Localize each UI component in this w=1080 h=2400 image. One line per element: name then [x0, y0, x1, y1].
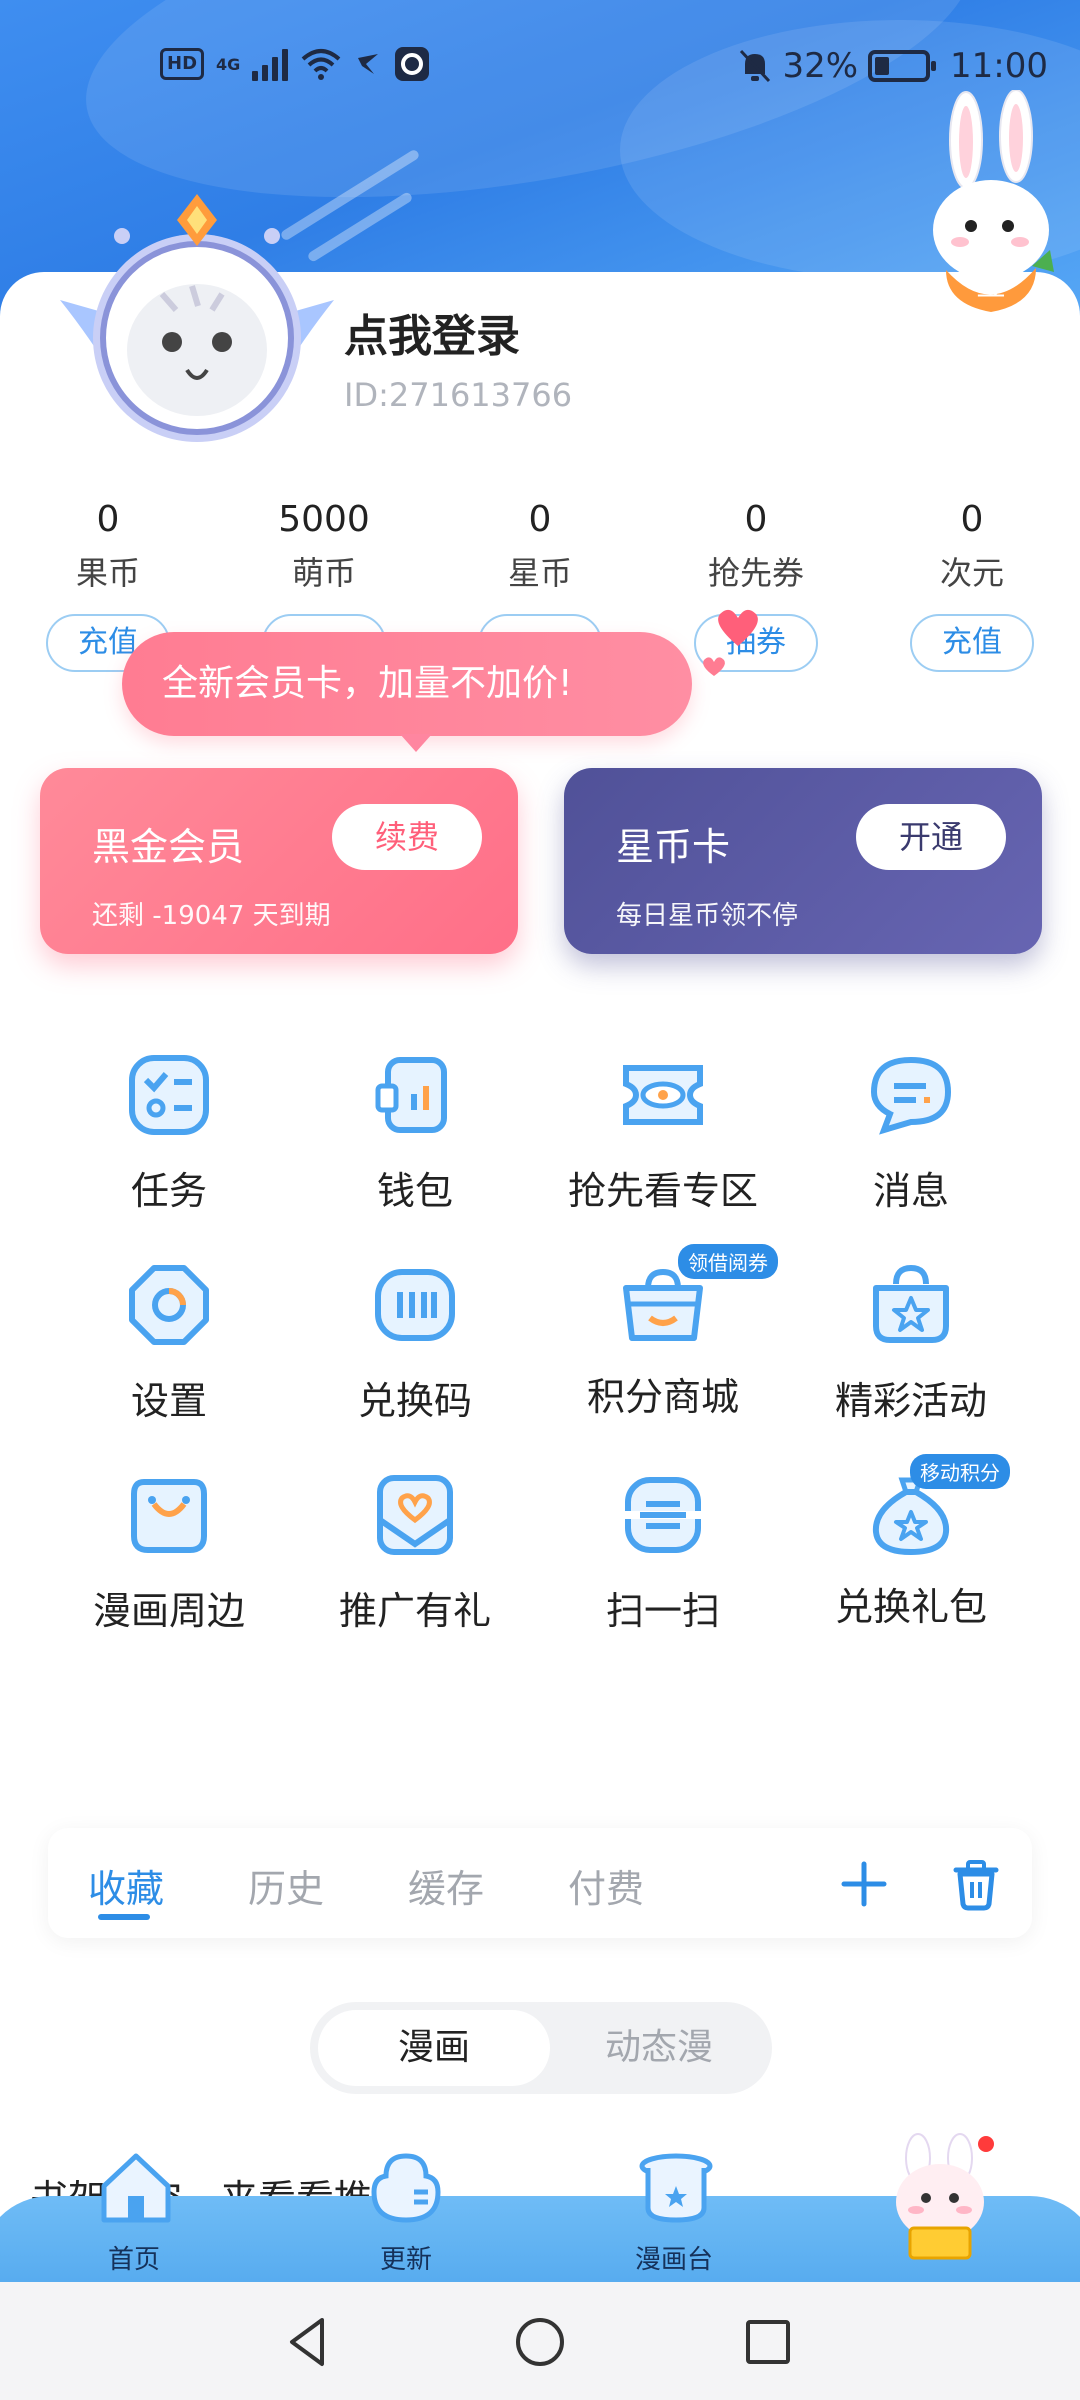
home-icon[interactable] [96, 2146, 176, 2226]
stat-value: 0 [960, 499, 984, 540]
card-subtitle: 每日星币领不停 [616, 901, 799, 931]
tab-history[interactable]: 历史 [248, 1858, 324, 1913]
grid-item-points-mall[interactable]: 领借阅券 积分商城 [528, 1244, 798, 1430]
scan-icon [622, 1477, 704, 1553]
app-notification-icon [395, 47, 430, 81]
update-icon[interactable] [366, 2146, 446, 2226]
grid-item-gift-pack[interactable]: 移动积分 兑换礼包 [776, 1454, 1046, 1640]
tab-paid[interactable]: 付费 [568, 1858, 644, 1913]
network-label: 4G [216, 54, 241, 74]
battery-percent: 32% [782, 46, 859, 86]
redeem-code-icon [375, 1269, 455, 1341]
stat-label: 次元 [939, 554, 1004, 592]
grid-label: 设置 [130, 1379, 207, 1423]
star-coin-card[interactable]: 星币卡 每日星币领不停 开通 [564, 768, 1042, 954]
grid-label: 扫一扫 [605, 1589, 720, 1633]
grid-label: 抢先看专区 [567, 1169, 758, 1213]
grid-label: 钱包 [376, 1169, 453, 1213]
system-nav-bar [0, 2282, 1080, 2400]
notification-arrow-icon [358, 54, 379, 74]
merch-bag-icon [131, 1479, 207, 1553]
gift-bag-icon-wrap: 移动积分 [866, 1454, 1010, 1560]
grid-item-activities[interactable]: 精彩活动 [776, 1260, 1046, 1430]
grid-item-messages[interactable]: 消息 [776, 1050, 1046, 1220]
home-circle-icon[interactable] [510, 2312, 570, 2372]
grid-label: 精彩活动 [834, 1379, 987, 1423]
stat-ciyuan[interactable]: 0 次元 充值 [864, 492, 1080, 672]
add-icon[interactable] [836, 1856, 892, 1912]
stat-value: 0 [744, 499, 768, 540]
nav-label: 首页 [107, 2245, 160, 2275]
grid-item-promotion[interactable]: 推广有礼 [280, 1470, 550, 1640]
signal-icon [252, 47, 289, 81]
grid-badge: 领借阅券 [678, 1244, 778, 1279]
segment-comic[interactable]: 漫画 [318, 2010, 550, 2086]
grid-item-task[interactable]: 任务 [34, 1050, 304, 1220]
stat-value: 0 [96, 499, 120, 540]
grid-item-merch[interactable]: 漫画周边 [34, 1470, 304, 1640]
avatar-frame-icon [60, 194, 334, 442]
svg-text:签: 签 [976, 268, 1006, 303]
back-icon[interactable] [278, 2312, 338, 2372]
renew-button[interactable]: 续费 [332, 804, 482, 870]
stat-label: 萌币 [291, 554, 356, 592]
stat-label: 抢先券 [707, 554, 804, 592]
member-promo-tooltip[interactable]: 全新会员卡，加量不加价! [122, 632, 692, 752]
hearts-icon [703, 609, 758, 676]
tab-cache[interactable]: 缓存 [408, 1858, 484, 1913]
stat-label: 果币 [75, 554, 140, 592]
grid-label: 积分商城 [586, 1375, 739, 1419]
comic-stage-icon[interactable] [636, 2146, 716, 2226]
content-type-switch: 漫画 动态漫 [310, 2002, 772, 2094]
stat-label: 星币 [507, 554, 572, 592]
activate-button[interactable]: 开通 [856, 804, 1006, 870]
clock: 11:00 [950, 46, 1048, 86]
grid-label: 任务 [130, 1169, 207, 1213]
segment-animation[interactable]: 动态漫 [554, 2010, 764, 2086]
mascot-icon[interactable] [880, 2132, 1000, 2262]
wallet-icon [375, 1057, 447, 1133]
wifi-icon [301, 49, 341, 80]
stat-value: 5000 [278, 499, 370, 540]
recharge-button[interactable]: 充值 [910, 614, 1034, 672]
grid-item-wallet[interactable]: 钱包 [280, 1050, 550, 1220]
recent-apps-icon[interactable] [738, 2312, 798, 2372]
card-subtitle: 还剩 -19047 天到期 [92, 901, 331, 931]
grid-label: 漫画周边 [92, 1589, 245, 1633]
nav-label: 漫画台 [634, 2245, 713, 2275]
grid-label: 兑换码 [357, 1379, 472, 1423]
mute-bell-icon [740, 49, 771, 83]
tab-favorites[interactable]: 收藏 [88, 1858, 164, 1913]
grid-label: 推广有礼 [338, 1589, 491, 1633]
sign-in-rabbit-icon[interactable]: 签 [916, 90, 1066, 320]
settings-icon [129, 1265, 209, 1345]
nav-label: 更新 [379, 2245, 432, 2275]
active-tab-indicator [98, 1914, 150, 1920]
message-icon [870, 1056, 952, 1135]
activity-star-icon [873, 1264, 949, 1343]
stat-value: 0 [528, 499, 552, 540]
grid-item-settings[interactable]: 设置 [34, 1260, 304, 1430]
grid-item-scan[interactable]: 扫一扫 [528, 1470, 798, 1640]
avatar[interactable] [52, 190, 342, 460]
grid-item-early-access[interactable]: 抢先看专区 [528, 1050, 798, 1220]
task-icon [129, 1055, 209, 1135]
grid-badge: 移动积分 [910, 1454, 1010, 1489]
user-id: ID:271613766 [344, 376, 573, 414]
hd-icon: HD [160, 48, 205, 80]
ticket-eye-icon [623, 1065, 703, 1125]
grid-item-redeem-code[interactable]: 兑换码 [280, 1260, 550, 1430]
promo-heart-icon [377, 1475, 453, 1555]
login-link[interactable]: 点我登录 [344, 300, 520, 364]
black-gold-member-card[interactable]: 黑金会员 还剩 -19047 天到期 续费 [40, 768, 518, 954]
delete-icon[interactable] [948, 1856, 1004, 1912]
points-mall-icon-wrap: 领借阅券 [618, 1244, 778, 1350]
grid-label: 兑换礼包 [834, 1585, 987, 1629]
grid-label: 消息 [872, 1169, 949, 1213]
shelf-tab-bar: 收藏 历史 缓存 付费 [48, 1828, 1032, 1938]
battery-icon [868, 50, 937, 82]
